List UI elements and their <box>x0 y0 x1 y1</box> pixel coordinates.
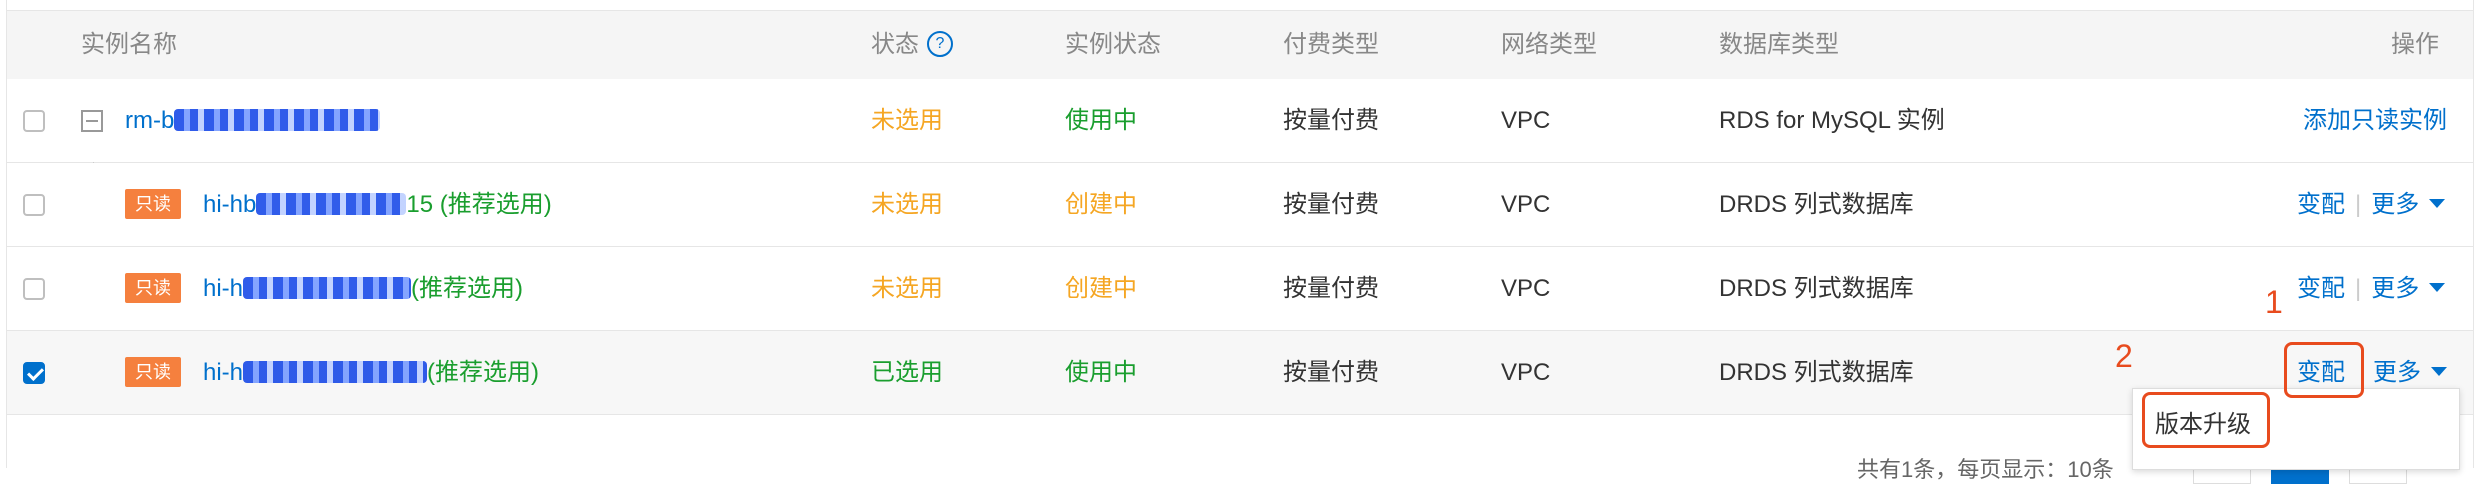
redacted-name <box>256 192 407 215</box>
redacted-name <box>174 108 381 131</box>
table-row: 只读 hi-hb 15 (推荐选用) 未选用 创建中 按量付费 VPC DRDS … <box>7 163 2473 247</box>
chevron-down-icon <box>2431 367 2447 377</box>
instance-name-link[interactable]: rm-b <box>125 79 381 162</box>
recommended-label: (推荐选用) <box>427 359 540 386</box>
header-network-type: 网络类型 <box>1501 31 1597 58</box>
instance-status-text: 使用中 <box>1065 359 1137 386</box>
annotation-step-1: 1 <box>2265 284 2283 320</box>
row-checkbox-checked[interactable] <box>23 362 45 384</box>
help-icon[interactable]: ? <box>927 30 953 57</box>
billing-text: 按量付费 <box>1283 107 1379 134</box>
annotation-step-2: 2 <box>2115 338 2133 374</box>
table-row: 只读 hi-h (推荐选用) 未选用 创建中 按量付费 VPC DRDS 列式数据… <box>7 247 2473 331</box>
instance-name-link[interactable]: hi-h (推荐选用) <box>203 247 523 330</box>
more-label: 更多 <box>2371 275 2420 302</box>
network-text: VPC <box>1501 107 1551 134</box>
instance-name-text: hi-h <box>203 275 244 302</box>
status-text: 未选用 <box>871 275 943 302</box>
db-type-text: DRDS 列式数据库 <box>1719 191 1914 218</box>
status-text: 未选用 <box>871 191 943 218</box>
header-instance-status: 实例状态 <box>1065 31 1161 58</box>
row-actions: 变配 | 更多 <box>2297 163 2446 246</box>
more-dropdown[interactable]: 更多 <box>2371 275 2446 302</box>
header-status-label: 状态 <box>871 31 919 58</box>
row-checkbox[interactable] <box>23 278 45 300</box>
chevron-down-icon <box>2429 199 2446 209</box>
header-billing-type: 付费类型 <box>1283 31 1379 58</box>
row-checkbox[interactable] <box>23 194 45 216</box>
network-text: VPC <box>1501 275 1551 302</box>
network-text: VPC <box>1501 191 1551 218</box>
header-actions: 操作 <box>2391 31 2439 58</box>
readonly-badge: 只读 <box>125 273 181 303</box>
header-status: 状态? <box>871 11 953 79</box>
change-spec-link[interactable]: 变配 <box>2297 191 2345 218</box>
instance-name-text: hi-hb <box>203 191 257 218</box>
instance-name-text: rm-b <box>125 107 175 134</box>
billing-text: 按量付费 <box>1283 275 1379 302</box>
billing-text: 按量付费 <box>1283 359 1379 386</box>
instance-status-text: 创建中 <box>1065 275 1137 302</box>
row-checkbox[interactable] <box>23 110 45 132</box>
instance-name-text: hi-h <box>203 359 244 386</box>
more-label: 更多 <box>2373 359 2421 386</box>
instance-name-link[interactable]: hi-h (推荐选用) <box>203 331 539 414</box>
status-text: 已选用 <box>871 359 943 386</box>
collapse-icon[interactable] <box>81 110 103 132</box>
more-dropdown[interactable]: 更多 <box>2371 191 2446 218</box>
header-db-type: 数据库类型 <box>1719 31 1839 58</box>
table-row: rm-b 未选用 使用中 按量付费 VPC RDS for MySQL 实例 添… <box>7 79 2473 163</box>
recommended-label: (推荐选用) <box>411 275 524 302</box>
billing-text: 按量付费 <box>1283 191 1379 218</box>
highlight-version-upgrade <box>2142 392 2270 448</box>
pagination-summary: 共有1条，每页显示：10条 <box>1857 457 2114 482</box>
readonly-badge: 只读 <box>125 189 181 219</box>
header-instance-name: 实例名称 <box>81 31 177 58</box>
network-text: VPC <box>1501 359 1551 386</box>
action-separator: | <box>2355 275 2362 302</box>
redacted-name <box>243 360 428 383</box>
instance-table: 实例名称 状态? 实例状态 付费类型 网络类型 数据库类型 操作 rm-b 未选… <box>6 0 2474 484</box>
readonly-badge: 只读 <box>125 357 181 387</box>
redacted-name <box>243 276 412 299</box>
instance-name-link[interactable]: hi-hb 15 (推荐选用) <box>203 163 552 246</box>
table-header: 实例名称 状态? 实例状态 付费类型 网络类型 数据库类型 操作 <box>7 10 2473 80</box>
instance-status-text: 使用中 <box>1065 107 1137 134</box>
status-text: 未选用 <box>871 107 943 134</box>
instance-status-text: 创建中 <box>1065 191 1137 218</box>
chevron-down-icon <box>2429 283 2446 293</box>
table-row-selected: 只读 hi-h (推荐选用) 已选用 使用中 按量付费 VPC DRDS 列式数据… <box>7 331 2473 415</box>
row-actions: 变配 | 更多 <box>2297 247 2446 330</box>
db-type-text: DRDS 列式数据库 <box>1719 275 1914 302</box>
action-separator: | <box>2355 191 2362 218</box>
more-dropdown[interactable]: 更多 <box>2373 359 2447 386</box>
highlight-change-spec <box>2284 342 2364 398</box>
more-label: 更多 <box>2371 191 2420 218</box>
db-type-text: DRDS 列式数据库 <box>1719 359 1914 386</box>
change-spec-link[interactable]: 变配 <box>2297 275 2345 302</box>
add-readonly-instance-link[interactable]: 添加只读实例 <box>2303 79 2447 162</box>
db-type-text: RDS for MySQL 实例 <box>1719 107 1945 134</box>
recommended-label: 15 (推荐选用) <box>406 191 552 218</box>
